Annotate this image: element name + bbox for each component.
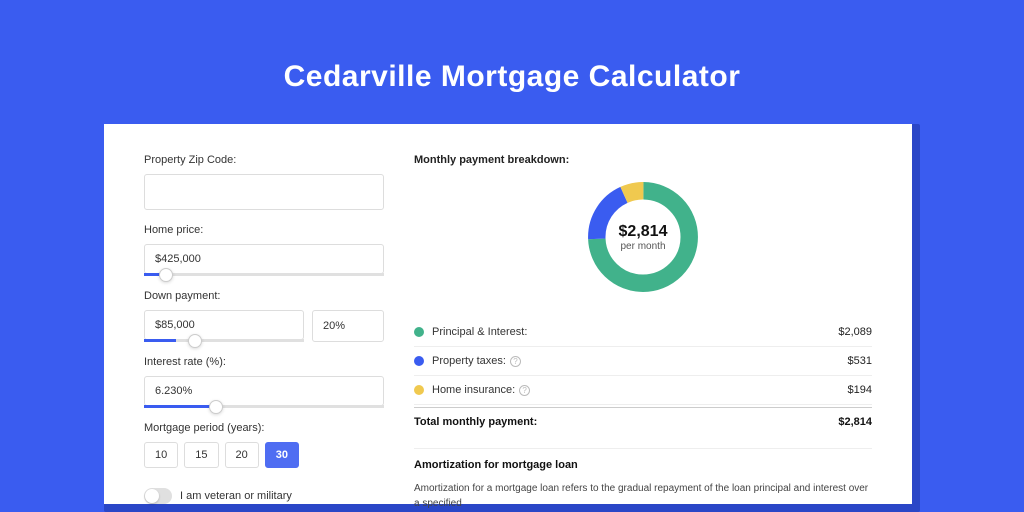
item-value: $2,089 xyxy=(838,326,872,338)
veteran-toggle-knob xyxy=(145,489,159,503)
total-label: Total monthly payment: xyxy=(414,416,838,428)
breakdown-item-insurance: Home insurance: ? $194 xyxy=(414,376,872,405)
item-label-text: Home insurance: xyxy=(432,384,515,396)
item-value: $531 xyxy=(848,355,872,367)
period-button-30[interactable]: 30 xyxy=(265,442,299,468)
down-payment-slider[interactable] xyxy=(144,339,304,342)
info-icon[interactable]: ? xyxy=(510,356,521,367)
donut-center-value: $2,814 xyxy=(619,223,668,241)
total-value: $2,814 xyxy=(838,416,872,428)
breakdown-total: Total monthly payment: $2,814 xyxy=(414,407,872,436)
dot-icon xyxy=(414,327,424,337)
period-label: Mortgage period (years): xyxy=(144,422,384,434)
down-payment-label: Down payment: xyxy=(144,290,384,302)
breakdown-donut-chart: $2,814 per month xyxy=(582,176,704,298)
zip-label: Property Zip Code: xyxy=(144,154,384,166)
home-price-slider[interactable] xyxy=(144,273,384,276)
breakdown-column: Monthly payment breakdown: $2,814 per mo… xyxy=(414,154,872,504)
home-price-input[interactable] xyxy=(144,244,384,274)
breakdown-list: Principal & Interest: $2,089 Property ta… xyxy=(414,318,872,436)
card-shadow: Property Zip Code: Home price: Down paym… xyxy=(104,124,920,512)
interest-label: Interest rate (%): xyxy=(144,356,384,368)
item-label-text: Property taxes: xyxy=(432,355,506,367)
item-label: Property taxes: ? xyxy=(432,355,848,367)
breakdown-item-taxes: Property taxes: ? $531 xyxy=(414,347,872,376)
calculator-card: Property Zip Code: Home price: Down paym… xyxy=(104,124,912,504)
page-title: Cedarville Mortgage Calculator xyxy=(0,0,1024,124)
period-button-20[interactable]: 20 xyxy=(225,442,259,468)
divider xyxy=(414,448,872,449)
down-payment-percent-input[interactable] xyxy=(312,310,384,342)
home-price-label: Home price: xyxy=(144,224,384,236)
item-value: $194 xyxy=(848,384,872,396)
interest-input[interactable] xyxy=(144,376,384,406)
interest-slider[interactable] xyxy=(144,405,384,408)
period-button-10[interactable]: 10 xyxy=(144,442,178,468)
dot-icon xyxy=(414,385,424,395)
item-label: Principal & Interest: xyxy=(432,326,838,338)
zip-input[interactable] xyxy=(144,174,384,210)
veteran-label: I am veteran or military xyxy=(180,490,292,502)
inputs-column: Property Zip Code: Home price: Down paym… xyxy=(144,154,384,504)
amortization-title: Amortization for mortgage loan xyxy=(414,459,872,471)
item-label: Home insurance: ? xyxy=(432,384,848,396)
donut-center-label: per month xyxy=(620,241,665,252)
down-payment-slider-thumb[interactable] xyxy=(188,334,202,348)
period-button-15[interactable]: 15 xyxy=(184,442,218,468)
down-payment-amount-input[interactable] xyxy=(144,310,304,340)
info-icon[interactable]: ? xyxy=(519,385,530,396)
dot-icon xyxy=(414,356,424,366)
veteran-toggle[interactable] xyxy=(144,488,172,504)
home-price-slider-thumb[interactable] xyxy=(159,268,173,282)
period-button-group: 10 15 20 30 xyxy=(144,442,384,468)
amortization-text: Amortization for a mortgage loan refers … xyxy=(414,481,872,511)
interest-slider-thumb[interactable] xyxy=(209,400,223,414)
breakdown-title: Monthly payment breakdown: xyxy=(414,154,872,166)
breakdown-item-principal: Principal & Interest: $2,089 xyxy=(414,318,872,347)
